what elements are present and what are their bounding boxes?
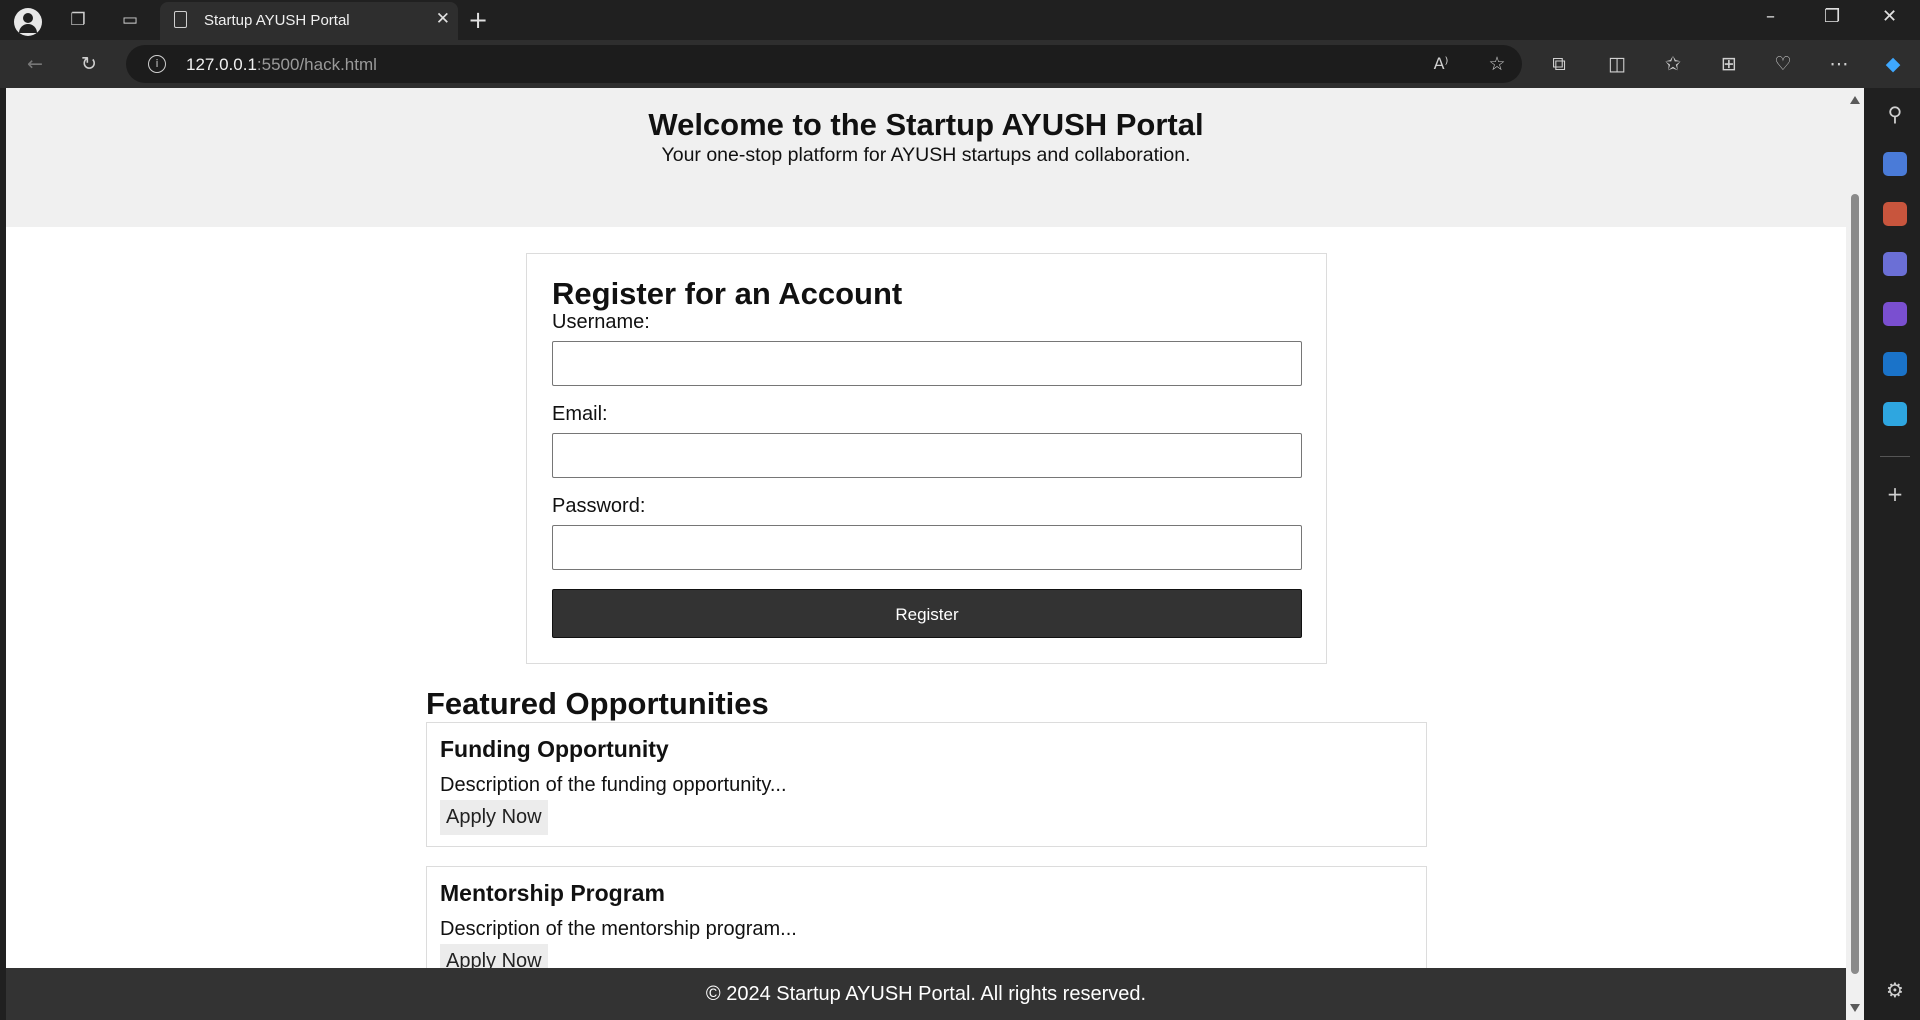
password-field[interactable] — [552, 525, 1302, 570]
window-close-icon[interactable]: ✕ — [1882, 6, 1897, 27]
opportunity-card: Funding Opportunity Description of the f… — [426, 722, 1427, 847]
workspaces-icon[interactable]: ❐ — [66, 8, 90, 32]
featured-heading: Featured Opportunities — [426, 686, 769, 721]
username-label: Username: — [552, 311, 650, 333]
tag-icon[interactable] — [1883, 152, 1907, 176]
email-field[interactable] — [552, 433, 1302, 478]
password-label: Password: — [552, 495, 646, 517]
plus-icon[interactable]: + — [468, 6, 488, 34]
page-icon — [174, 11, 187, 28]
restore-icon[interactable]: ❐ — [1824, 6, 1840, 27]
url-text[interactable]: 127.0.0.1:5500/hack.html — [186, 55, 377, 75]
toolbox-icon[interactable] — [1883, 202, 1907, 226]
info-icon[interactable]: i — [148, 55, 166, 73]
site-footer: © 2024 Startup AYUSH Portal. All rights … — [6, 968, 1846, 1020]
back-arrow-icon[interactable]: ← — [22, 51, 48, 77]
registration-form: Register for an Account Username: Email:… — [526, 253, 1327, 664]
browser-toolbar: ← ↻ i 127.0.0.1:5500/hack.html A⁾ ☆ ⧉ ◫ … — [0, 40, 1920, 88]
registration-heading: Register for an Account — [552, 276, 903, 311]
card-title: Funding Opportunity — [440, 736, 669, 762]
active-tab[interactable]: Startup AYUSH Portal ✕ — [160, 2, 458, 40]
address-bar[interactable]: i 127.0.0.1:5500/hack.html A⁾ ☆ — [126, 45, 1522, 83]
favorites-icon[interactable]: ✩ — [1660, 51, 1686, 77]
card-description: Description of the funding opportunity..… — [440, 774, 787, 796]
more-icon[interactable]: ⋯ — [1826, 51, 1852, 77]
close-icon[interactable]: ✕ — [436, 9, 450, 29]
card-title: Mentorship Program — [440, 880, 665, 906]
tab-title: Startup AYUSH Portal — [204, 12, 350, 29]
read-aloud-icon[interactable]: A⁾ — [1428, 51, 1454, 77]
page-viewport: Welcome to the Startup AYUSH Portal Your… — [6, 88, 1846, 1020]
register-button[interactable]: Register — [552, 589, 1302, 638]
scroll-down-arrow[interactable] — [1850, 1004, 1860, 1012]
page-title: Welcome to the Startup AYUSH Portal — [648, 107, 1204, 142]
copilot-sidebar-icon[interactable] — [1883, 302, 1907, 326]
username-field[interactable] — [552, 341, 1302, 386]
tab-actions-icon[interactable]: ▭ — [118, 8, 142, 32]
page-scrollbar[interactable] — [1846, 88, 1864, 1020]
outlook-icon[interactable] — [1883, 352, 1907, 376]
tab-bar: ❐ ▭ Startup AYUSH Portal ✕ + – ❐ ✕ — [0, 0, 1920, 40]
page-subtitle: Your one-stop platform for AYUSH startup… — [661, 144, 1191, 166]
profile-icon[interactable] — [14, 8, 42, 36]
send-icon[interactable] — [1883, 402, 1907, 426]
card-description: Description of the mentorship program... — [440, 918, 797, 940]
puzzle-icon[interactable]: ⧉ — [1546, 51, 1572, 77]
sidebar-divider — [1880, 456, 1910, 457]
collections-icon[interactable]: ⊞ — [1716, 51, 1742, 77]
email-label: Email: — [552, 403, 608, 425]
split-screen-icon[interactable]: ◫ — [1604, 51, 1630, 77]
edge-sidebar: ⚲ + ⚙ — [1870, 88, 1920, 1020]
add-icon[interactable]: + — [1883, 482, 1907, 506]
scroll-thumb[interactable] — [1851, 194, 1859, 974]
search-icon[interactable]: ⚲ — [1883, 102, 1907, 126]
minimize-icon[interactable]: – — [1766, 6, 1775, 27]
site-header: Welcome to the Startup AYUSH Portal Your… — [6, 88, 1846, 227]
chess-icon[interactable] — [1883, 252, 1907, 276]
heartbeat-icon[interactable]: ♡ — [1770, 51, 1796, 77]
star-icon[interactable]: ☆ — [1484, 51, 1510, 77]
settings-icon[interactable]: ⚙ — [1883, 978, 1907, 1002]
apply-now-button[interactable]: Apply Now — [440, 800, 548, 835]
refresh-icon[interactable]: ↻ — [76, 51, 102, 77]
copilot-icon[interactable]: ◆ — [1880, 51, 1906, 77]
scroll-up-arrow[interactable] — [1850, 96, 1860, 104]
